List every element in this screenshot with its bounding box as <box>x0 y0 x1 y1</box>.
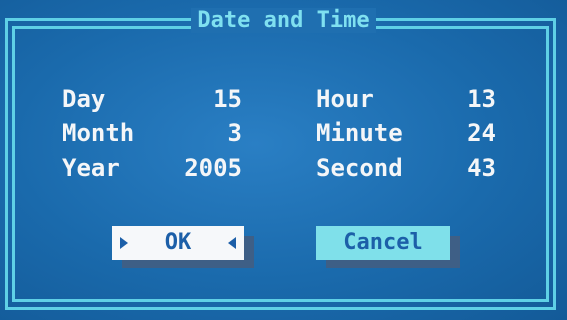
dialog-title: Date and Time <box>191 8 376 33</box>
hour-label: Hour <box>316 85 374 113</box>
hour-field[interactable]: 13 <box>430 84 496 114</box>
cancel-button[interactable]: Cancel <box>316 226 450 260</box>
ok-button[interactable]: OK <box>112 226 244 260</box>
minute-field[interactable]: 24 <box>430 118 496 148</box>
month-field[interactable]: 3 <box>170 118 242 148</box>
month-label: Month <box>62 119 135 147</box>
minute-label: Minute <box>316 119 403 147</box>
selection-arrow-right-icon <box>120 237 128 249</box>
second-label: Second <box>316 154 403 182</box>
date-time-dialog: Date and Time Day 15 Month 3 Year 2005 H… <box>0 0 567 320</box>
second-field[interactable]: 43 <box>430 153 496 183</box>
year-label: Year <box>62 154 120 182</box>
day-label: Day <box>62 85 106 113</box>
selection-arrow-left-icon <box>228 237 236 249</box>
cancel-button-label: Cancel <box>343 230 423 255</box>
year-field[interactable]: 2005 <box>170 153 242 183</box>
day-field[interactable]: 15 <box>170 84 242 114</box>
ok-button-label: OK <box>164 230 192 255</box>
